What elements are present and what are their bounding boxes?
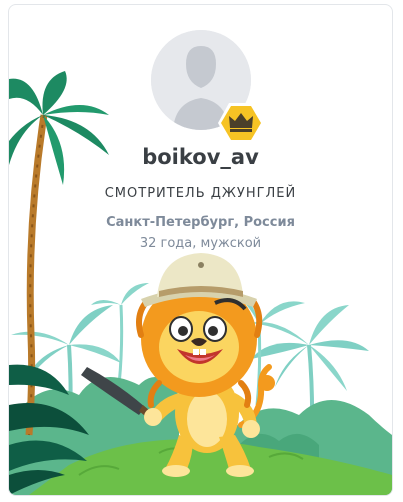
user-rank: СМОТРИТЕЛЬ ДЖУНГЛЕЙ <box>104 186 297 201</box>
profile-card: boikov_av СМОТРИТЕЛЬ ДЖУНГЛЕЙ Санкт-Пете… <box>8 4 393 496</box>
user-location[interactable]: Санкт-Петербург, Россия <box>9 215 392 230</box>
crown-badge-icon <box>218 103 264 143</box>
user-details: 32 года, мужской <box>139 236 262 251</box>
username: boikov_av <box>142 145 259 169</box>
